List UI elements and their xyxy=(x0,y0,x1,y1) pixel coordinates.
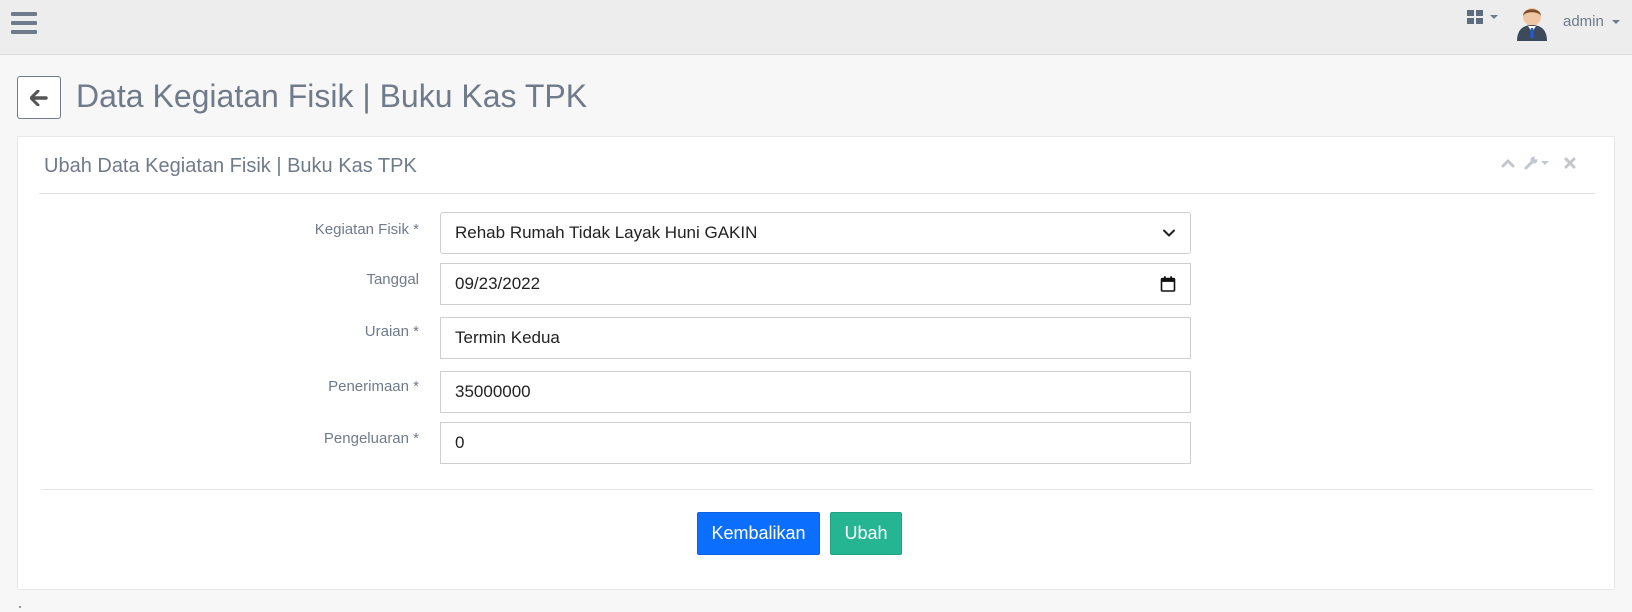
edit-panel: Ubah Data Kegiatan Fisik | Buku Kas TPK … xyxy=(17,136,1615,590)
penerimaan-value: 35000000 xyxy=(455,382,531,401)
caret-down-icon[interactable] xyxy=(1612,20,1620,24)
page-footer-mark xyxy=(19,606,21,608)
top-navbar: admin xyxy=(0,0,1632,55)
chevron-up-icon[interactable] xyxy=(1501,157,1515,169)
close-icon[interactable] xyxy=(1564,157,1576,169)
tanggal-value: 09/23/2022 xyxy=(455,274,541,293)
arrow-left-icon xyxy=(30,89,48,106)
chevron-down-icon xyxy=(1163,229,1175,237)
reset-button[interactable]: Kembalikan xyxy=(697,512,820,555)
kegiatan-fisik-label: Kegiatan Fisik * xyxy=(314,221,419,238)
submit-button[interactable]: Ubah xyxy=(830,512,902,555)
penerimaan-label: Penerimaan * xyxy=(328,378,419,395)
pengeluaran-input[interactable]: 0 xyxy=(440,422,1191,464)
kegiatan-fisik-value: Rehab Rumah Tidak Layak Huni GAKIN xyxy=(455,223,758,242)
apps-menu-button[interactable] xyxy=(1465,8,1501,26)
form-actions-divider xyxy=(41,489,1593,490)
user-avatar[interactable] xyxy=(1515,3,1549,41)
page-title: Data Kegiatan Fisik | Buku Kas TPK xyxy=(76,78,588,114)
pengeluaran-label: Pengeluaran * xyxy=(323,430,419,447)
panel-title: Ubah Data Kegiatan Fisik | Buku Kas TPK xyxy=(44,155,417,177)
panel-tools xyxy=(1501,155,1601,173)
uraian-input[interactable]: Termin Kedua xyxy=(440,317,1191,359)
tanggal-date-input[interactable]: 09/23/2022 xyxy=(440,263,1191,305)
uraian-label: Uraian * xyxy=(364,323,419,340)
pengeluaran-value: 0 xyxy=(455,433,465,452)
caret-down-icon xyxy=(1490,15,1498,19)
uraian-value: Termin Kedua xyxy=(455,328,560,347)
penerimaan-input[interactable]: 35000000 xyxy=(440,371,1191,413)
hamburger-menu-icon[interactable] xyxy=(11,11,37,35)
caret-down-icon[interactable] xyxy=(1541,161,1549,165)
panel-divider xyxy=(39,193,1595,194)
back-button[interactable] xyxy=(17,76,61,119)
calendar-icon[interactable] xyxy=(1160,276,1176,293)
kegiatan-fisik-select[interactable]: Rehab Rumah Tidak Layak Huni GAKIN xyxy=(440,212,1191,254)
grid-icon xyxy=(1467,10,1483,24)
tanggal-label: Tanggal xyxy=(366,271,419,288)
user-name[interactable]: admin xyxy=(1563,13,1604,30)
wrench-icon[interactable] xyxy=(1523,155,1539,171)
